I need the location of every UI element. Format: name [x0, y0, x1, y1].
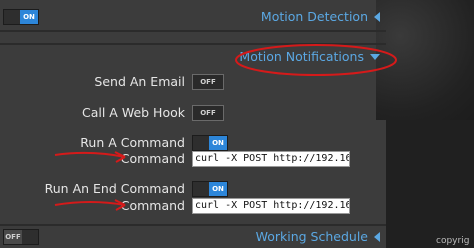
- annotation-overlay: [54, 44, 397, 211]
- annotation-arrow: [54, 199, 126, 211]
- annotation-circle: [235, 44, 397, 76]
- annotation-arrow: [54, 151, 126, 163]
